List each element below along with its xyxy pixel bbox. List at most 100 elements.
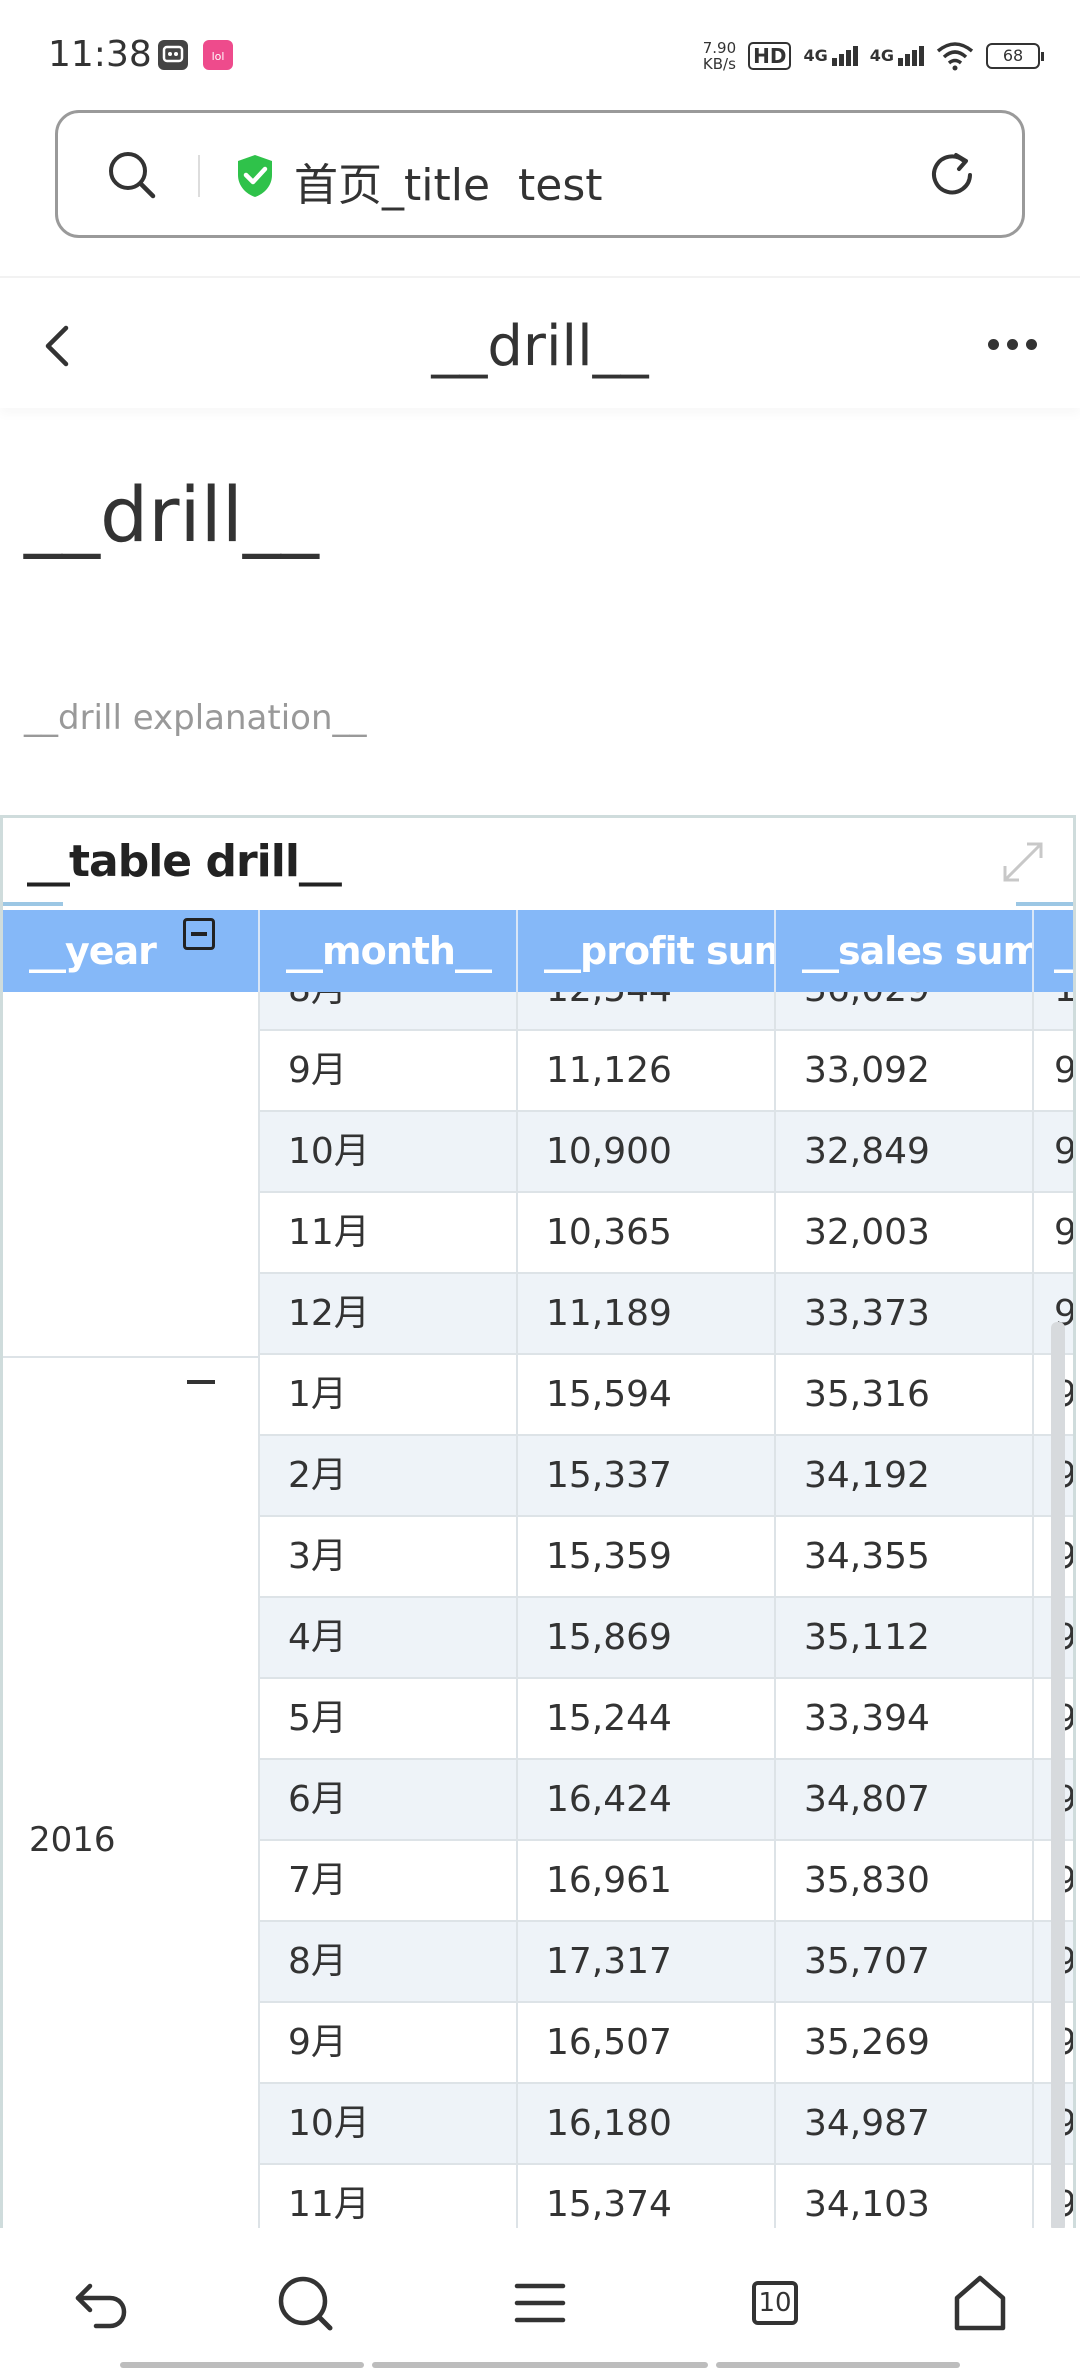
app-notification-icon-2: lol xyxy=(203,40,233,70)
table-row[interactable]: 11月 10,365 32,003 9 xyxy=(260,1193,1073,1274)
column-header-profit-sum[interactable]: __profit sum xyxy=(518,910,776,992)
cell-sales: 34,192 xyxy=(776,1436,1034,1515)
cell-sales: 33,373 xyxy=(776,1274,1034,1353)
back-icon[interactable] xyxy=(66,2268,136,2338)
table-row[interactable]: 9月 16,507 35,269 9 xyxy=(260,2003,1073,2084)
svg-text:lol: lol xyxy=(212,50,225,63)
net-speed-value: 7.90 xyxy=(702,39,737,57)
cell-month: 9月 xyxy=(260,1031,518,1110)
cell-sales: 34,807 xyxy=(776,1760,1034,1839)
cell-profit: 11,189 xyxy=(518,1274,776,1353)
column-header-sales-sum[interactable]: __sales sum xyxy=(776,910,1034,992)
cell-profit: 11,126 xyxy=(518,1031,776,1110)
table-row[interactable]: 5月 15,244 33,394 9 xyxy=(260,1679,1073,1760)
cell-profit: 10,365 xyxy=(518,1193,776,1272)
cell-month: 8月 xyxy=(260,992,518,1029)
table-body[interactable]: 2016 8月12,54436,02919月11,12633,092910月10… xyxy=(3,992,1073,2232)
expand-icon[interactable] xyxy=(1001,840,1045,884)
table-row[interactable]: 9月 11,126 33,092 9 xyxy=(260,1031,1073,1112)
column-header-more[interactable]: _ xyxy=(1034,910,1073,992)
header-title: __drill__ xyxy=(431,314,649,379)
cell-month: 10月 xyxy=(260,2084,518,2163)
reload-icon[interactable] xyxy=(926,149,978,201)
cell-profit: 16,961 xyxy=(518,1841,776,1920)
tabs-icon[interactable]: 10 xyxy=(740,2268,810,2338)
cell-profit: 15,374 xyxy=(518,2165,776,2232)
net-speed: 7.90 KB/s xyxy=(703,40,736,72)
table-row[interactable]: 10月 10,900 32,849 9 xyxy=(260,1112,1073,1193)
home-icon[interactable] xyxy=(945,2268,1015,2338)
cell-profit: 15,244 xyxy=(518,1679,776,1758)
table-row[interactable]: 12月 11,189 33,373 9 xyxy=(260,1274,1073,1355)
year-collapse-toggle[interactable] xyxy=(187,1380,215,1384)
table-row[interactable]: 8月 17,317 35,707 9 xyxy=(260,1922,1073,2003)
status-time: 11:38 xyxy=(48,34,152,75)
table-row[interactable]: 1月 15,594 35,316 9 xyxy=(260,1355,1073,1436)
status-bar: 11:38 lol 7.90 KB/s HD 4G 4G 68 xyxy=(0,0,1080,108)
cell-sales: 35,316 xyxy=(776,1355,1034,1434)
cell-profit: 16,180 xyxy=(518,2084,776,2163)
signal-label-2: 4G xyxy=(869,46,894,65)
table-row[interactable]: 11月 15,374 34,103 9 xyxy=(260,2165,1073,2232)
cell-sales: 35,830 xyxy=(776,1841,1034,1920)
cell-profit: 15,594 xyxy=(518,1355,776,1434)
title-underline xyxy=(3,902,63,906)
cell-sales: 34,103 xyxy=(776,2165,1034,2232)
collapse-icon[interactable] xyxy=(183,918,215,950)
cell-sales: 36,029 xyxy=(776,992,1034,1029)
cell-sales: 35,707 xyxy=(776,1922,1034,2001)
table-row[interactable]: 2月 15,337 34,192 9 xyxy=(260,1436,1073,1517)
bottom-navigation: 10 xyxy=(0,2228,1080,2376)
table-row[interactable]: 10月 16,180 34,987 9 xyxy=(260,2084,1073,2165)
page-title: __drill__ xyxy=(24,470,319,559)
battery-icon: 68 xyxy=(986,43,1044,69)
cell-sales: 35,269 xyxy=(776,2003,1034,2082)
app-notification-icon xyxy=(158,40,188,70)
cell-profit: 16,507 xyxy=(518,2003,776,2082)
signal-label: 4G xyxy=(803,46,828,65)
menu-icon[interactable] xyxy=(505,2268,575,2338)
year-cell-2016: 2016 xyxy=(3,1358,260,2232)
cell-profit: 16,424 xyxy=(518,1760,776,1839)
table-row[interactable]: 8月12,54436,0291 xyxy=(260,992,1073,1031)
search-icon-nav[interactable] xyxy=(270,2268,340,2338)
table-header: __year __month__ __profit sum __sales su… xyxy=(3,910,1073,992)
table-row[interactable]: 7月 16,961 35,830 9 xyxy=(260,1841,1073,1922)
column-header-month[interactable]: __month__ xyxy=(260,910,518,992)
cell-sales: 32,003 xyxy=(776,1193,1034,1272)
hd-badge: HD xyxy=(748,42,792,70)
cell-sales: 34,355 xyxy=(776,1517,1034,1596)
table-row[interactable]: 3月 15,359 34,355 9 xyxy=(260,1517,1073,1598)
column-header-year[interactable]: __year xyxy=(3,910,260,992)
cell-profit: 17,317 xyxy=(518,1922,776,2001)
net-speed-unit: KB/s xyxy=(702,55,736,73)
page-url-title[interactable]: 首页_title test xyxy=(294,149,603,213)
table-row[interactable]: 6月 16,424 34,807 9 xyxy=(260,1760,1073,1841)
year-cell-2015 xyxy=(3,992,260,1358)
search-icon[interactable] xyxy=(106,149,158,201)
cell-sales: 34,987 xyxy=(776,2084,1034,2163)
cell-month: 12月 xyxy=(260,1274,518,1353)
table-row[interactable]: 4月 15,869 35,112 9 xyxy=(260,1598,1073,1679)
cell-sales: 33,394 xyxy=(776,1679,1034,1758)
table-scrollbar[interactable] xyxy=(1051,1322,1065,2232)
cell-profit: 15,337 xyxy=(518,1436,776,1515)
cell-sales: 35,112 xyxy=(776,1598,1034,1677)
cell-month: 11月 xyxy=(260,1193,518,1272)
cell-month: 10月 xyxy=(260,1112,518,1191)
cell-profit: 15,869 xyxy=(518,1598,776,1677)
cell-month: 9月 xyxy=(260,2003,518,2082)
year-label-2016: 2016 xyxy=(29,1820,116,1860)
gesture-bar-left xyxy=(120,2362,364,2368)
address-bar[interactable]: 首页_title test xyxy=(55,110,1025,238)
drill-table-card: __table drill__ __year __month__ __profi… xyxy=(0,815,1076,2235)
shield-check-icon xyxy=(238,155,272,197)
column-header-year-label: __year xyxy=(29,929,157,973)
wifi-icon xyxy=(936,42,974,71)
cell-month: 5月 xyxy=(260,1679,518,1758)
cell-profit: 12,544 xyxy=(518,992,776,1029)
signal-icon-2: 4G xyxy=(870,46,924,66)
cell-sales: 32,849 xyxy=(776,1112,1034,1191)
more-options-icon[interactable] xyxy=(982,330,1042,358)
page-explanation: __drill explanation__ xyxy=(24,698,367,738)
